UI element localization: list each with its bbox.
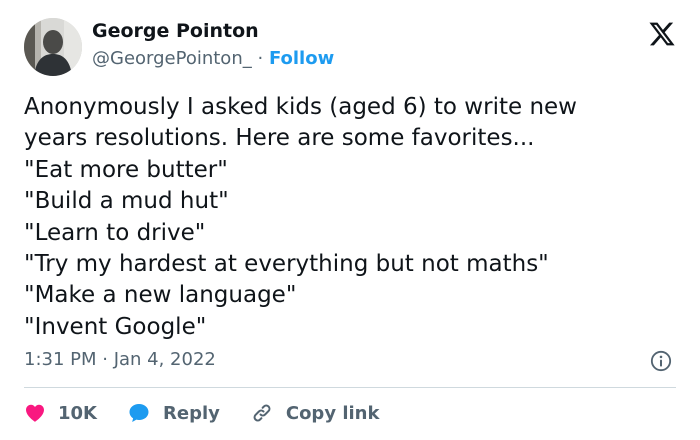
tweet-timestamp[interactable]: 1:31 PM · Jan 4, 2022 [24, 349, 216, 370]
follow-button[interactable]: Follow [269, 48, 334, 69]
reply-label: Reply [163, 402, 220, 424]
like-button[interactable]: 10K [24, 402, 97, 424]
like-count: 10K [58, 402, 97, 424]
author-name[interactable]: George Pointon [92, 20, 259, 42]
heart-icon [26, 404, 44, 422]
tweet-card: George Pointon @GeorgePointon_ · Follow … [0, 0, 700, 440]
author-handle[interactable]: @GeorgePointon_ [92, 48, 252, 69]
x-logo-icon[interactable] [648, 20, 676, 48]
divider [24, 387, 676, 388]
avatar[interactable] [24, 18, 82, 76]
action-bar: 10K Reply Copy link [24, 398, 409, 428]
copy-link-label: Copy link [285, 402, 380, 424]
link-icon [253, 404, 271, 422]
speech-bubble-icon [129, 404, 149, 422]
tweet-text: Anonymously I asked kids (aged 6) to wri… [24, 94, 577, 340]
reply-button[interactable]: Reply [127, 401, 220, 425]
author-handle-row: @GeorgePointon_ · Follow [92, 48, 334, 69]
info-icon[interactable] [650, 350, 672, 372]
avatar-image [24, 18, 82, 76]
separator-dot: · [257, 48, 264, 69]
copy-link-button[interactable]: Copy link [250, 401, 380, 425]
